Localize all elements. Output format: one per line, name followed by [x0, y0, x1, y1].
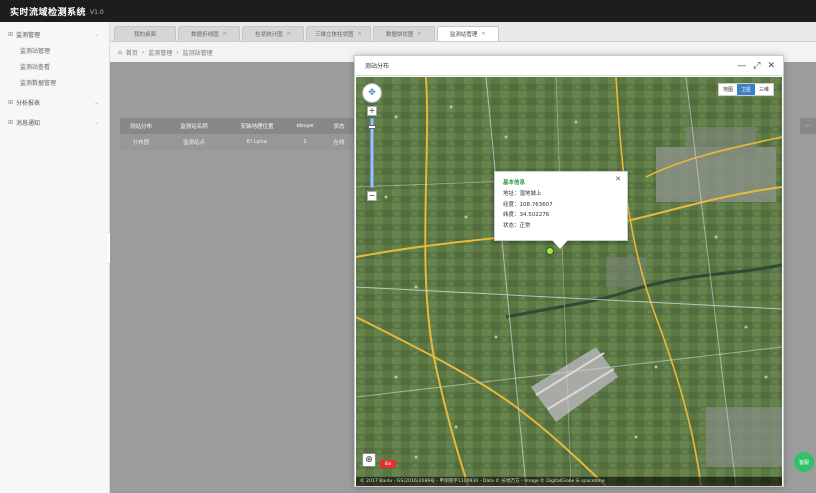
- sidebar-group-label: 消息通知: [16, 119, 41, 127]
- maximize-icon[interactable]: ⤢: [753, 61, 760, 71]
- table-cell[interactable]: 分布图: [120, 138, 162, 146]
- chevron-down-icon: ⌄: [93, 118, 99, 126]
- breadcrumb-level2: 监测站管理: [182, 49, 213, 57]
- map-type-satellite[interactable]: 卫星: [736, 84, 755, 95]
- tab-bar-chart[interactable]: 柱状统计图 ✕: [242, 26, 304, 41]
- satellite-map[interactable]: ✥ + − 地图 卫星 三维 ✕ 基本信息 地址：湿地城上 经度：108.763…: [356, 77, 782, 486]
- dialog-header: 测站分布 — ⤢ ✕: [355, 56, 783, 76]
- map-type-3d[interactable]: 三维: [755, 84, 773, 95]
- pan-control-icon[interactable]: ✥: [362, 83, 382, 103]
- table-header: 测站分布 监测站名称 安装地理位置 ebuye 状态: [120, 118, 360, 134]
- grid-icon: ⊞: [8, 98, 14, 106]
- tab-label: 柱状统计图: [255, 32, 283, 38]
- tab-label: 数据折线图: [191, 32, 219, 38]
- close-icon[interactable]: ✕: [481, 31, 485, 37]
- breadcrumb-home[interactable]: 首页: [126, 48, 138, 57]
- table-header-overflow: ⋯: [800, 118, 816, 134]
- tab-station-manage[interactable]: 监测站管理 ✕: [436, 26, 499, 41]
- grid-icon: ⊞: [8, 30, 14, 38]
- chevron-down-icon: ⌄: [93, 98, 99, 106]
- breadcrumb: ⌂ 首页 › 监测管理 › 监测站管理: [118, 48, 213, 57]
- dialog-title: 测站分布: [365, 63, 390, 70]
- zoom-out-button[interactable]: −: [367, 191, 377, 201]
- close-icon[interactable]: ✕: [358, 31, 362, 37]
- close-icon[interactable]: ✕: [287, 31, 291, 37]
- info-title: 基本信息: [503, 180, 526, 186]
- zoom-slider-handle[interactable]: [368, 125, 376, 129]
- tab-desktop[interactable]: 我的桌面: [114, 26, 176, 41]
- minimize-icon[interactable]: —: [737, 61, 746, 71]
- map-type-switcher: 地图 卫星 三维: [717, 83, 774, 96]
- tab-3d-chart[interactable]: 三维立体柱状图 ✕: [306, 26, 371, 41]
- station-table: 测站分布 监测站名称 安装地理位置 ebuye 状态 分布图 监测站点 El L…: [120, 118, 360, 150]
- close-icon[interactable]: ✕: [767, 61, 775, 71]
- breadcrumb-level1[interactable]: 监测管理: [148, 48, 172, 57]
- sidebar-group-label: 监测管理: [16, 31, 41, 39]
- tab-label: 三维立体柱状图: [315, 32, 354, 38]
- info-status: 状态：正常: [503, 222, 531, 229]
- sidebar-item-data-manage[interactable]: 监测数据管理: [0, 74, 109, 90]
- zoom-in-button[interactable]: +: [367, 106, 377, 116]
- station-map-dialog: 测站分布 — ⤢ ✕ ✥ + − 地图 卫星 三维 ✕ 基本信息 地址：湿地城上…: [354, 55, 784, 487]
- tab-label: 我的桌面: [133, 32, 156, 38]
- grid-icon: ⊞: [8, 118, 14, 126]
- table-header-cell: ebuye: [296, 123, 314, 129]
- tab-bar: 我的桌面 数据折线图 ✕ 柱状统计图 ✕ 三维立体柱状图 ✕ 数据饼状图 ✕ 监测站管理…: [110, 22, 816, 42]
- sidebar: ⊞ 监测管理 ⌄ 监测站管理 监测站查看 监测数据管理 ⊞ 分析报表 ⌄ ⊞ 消…: [0, 22, 110, 493]
- table-header-cell: 安装地理位置: [240, 124, 274, 130]
- tab-label: 监测站管理: [449, 32, 478, 38]
- table-header-cell: 测站分布: [129, 124, 152, 130]
- info-window-pointer: [552, 240, 568, 249]
- table-header-cell: 状态: [333, 124, 345, 130]
- map-copyright: © 2017 Baidu - GS(2016)2089号 - 甲测资字11009…: [356, 477, 782, 486]
- table-cell: 1: [303, 139, 307, 145]
- table-cell: 监测站点: [182, 140, 205, 146]
- info-latitude: 纬度：34.502276: [503, 212, 550, 218]
- sidebar-group-reports[interactable]: ⊞ 分析报表 ⌄: [0, 94, 109, 110]
- map-navigation-control: ✥ + −: [362, 83, 384, 201]
- sidebar-item-station-view[interactable]: 监测站查看: [0, 58, 109, 74]
- sidebar-group-monitoring[interactable]: ⊞ 监测管理 ⌄: [0, 26, 109, 42]
- baidu-logo: Bai: [380, 460, 396, 468]
- map-imagery: [356, 77, 782, 486]
- station-info-window: ✕ 基本信息 地址：湿地城上 经度：108.763607 纬度：34.50227…: [494, 171, 628, 241]
- close-icon[interactable]: ✕: [223, 31, 227, 37]
- tab-pie-chart[interactable]: 数据饼状图 ✕: [372, 26, 435, 41]
- sidebar-group-label: 分析报表: [16, 99, 41, 107]
- app-version: V1.0: [90, 8, 104, 16]
- home-icon: ⌂: [118, 48, 122, 56]
- chevron-down-icon: ⌄: [93, 30, 99, 38]
- close-icon[interactable]: ✕: [417, 31, 421, 37]
- table-header-cell: 监测站名称: [180, 124, 208, 130]
- locate-icon[interactable]: ⊕: [362, 453, 376, 467]
- map-type-normal[interactable]: 地图: [719, 84, 737, 95]
- app-title: 实时流域检测系统: [10, 7, 87, 18]
- close-icon[interactable]: ✕: [615, 175, 621, 183]
- zoom-slider[interactable]: [368, 118, 376, 188]
- info-longitude: 经度：108.763607: [503, 201, 553, 208]
- sidebar-group-notifications[interactable]: ⊞ 消息通知 ⌄: [0, 114, 109, 130]
- sidebar-item-station-manage[interactable]: 监测站管理: [0, 42, 109, 58]
- info-address: 地址：湿地城上: [503, 191, 542, 197]
- table-row: 分布图 监测站点 El Lpha 1 在线: [120, 134, 360, 150]
- table-cell: El Lpha: [246, 139, 268, 145]
- top-bar: 实时流域检测系统 V1.0: [0, 0, 816, 22]
- tab-label: 数据饼状图: [385, 32, 414, 38]
- station-marker-icon[interactable]: [546, 247, 554, 255]
- tab-line-chart[interactable]: 数据折线图 ✕: [178, 26, 240, 41]
- floating-service-button[interactable]: 客服: [794, 452, 814, 472]
- table-cell: 在线: [333, 140, 345, 146]
